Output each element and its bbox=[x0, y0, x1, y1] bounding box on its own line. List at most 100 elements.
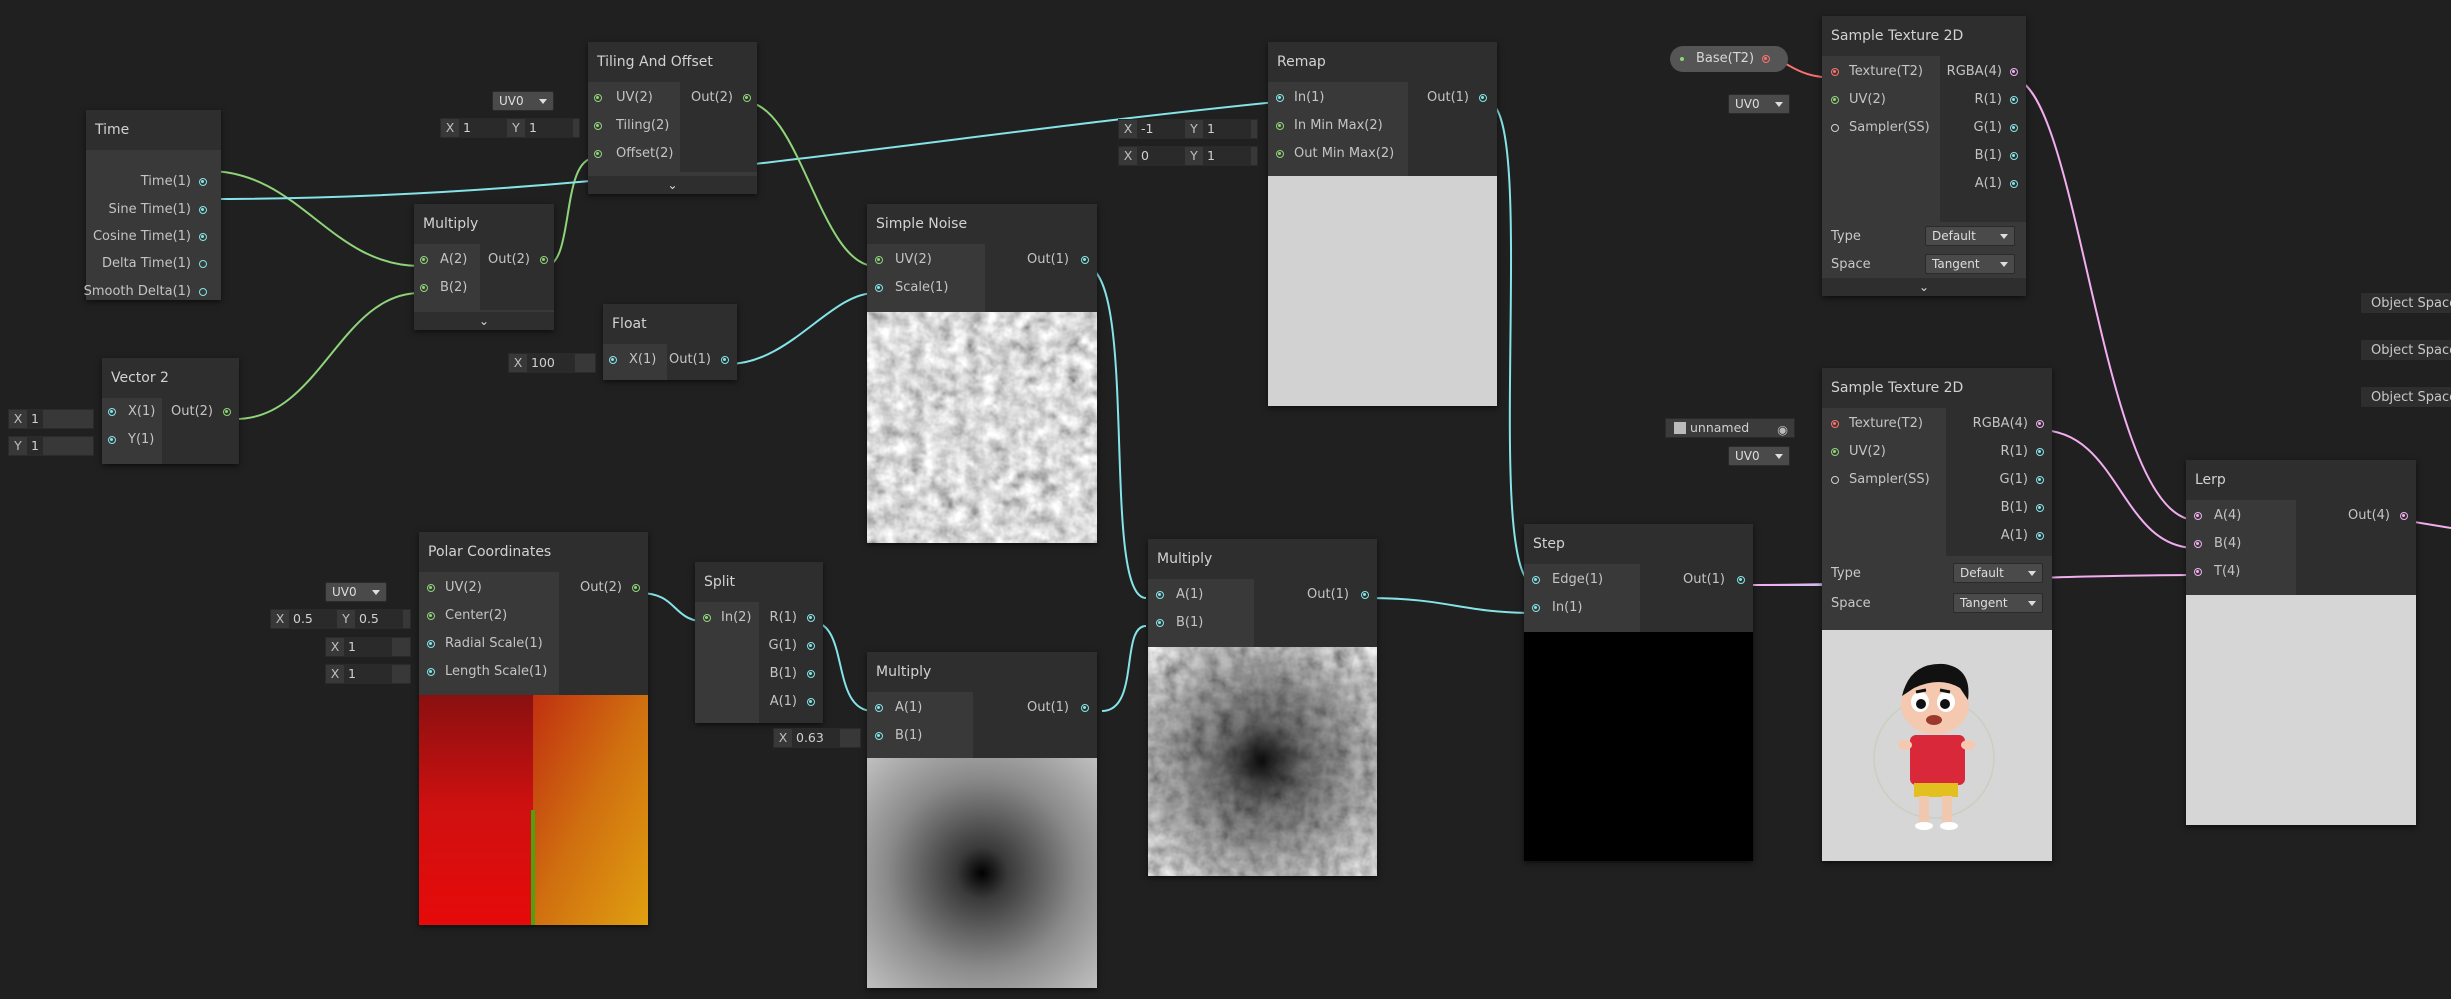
port-lerp-b-dot[interactable] bbox=[2194, 540, 2202, 548]
port-vector2-y-dot[interactable] bbox=[108, 436, 116, 444]
object-space-field-1[interactable]: Object Space bbox=[2360, 292, 2451, 314]
port-polar-length-dot[interactable] bbox=[427, 668, 435, 676]
port-tex1-b-dot[interactable] bbox=[2010, 152, 2018, 160]
port-time-dot[interactable] bbox=[199, 178, 207, 186]
multiply2-b-field[interactable]: X 0.63 bbox=[773, 728, 861, 748]
node-split[interactable]: Split In(2) R(1) G(1) B(1) A(1) bbox=[695, 562, 823, 723]
node-tiling-offset[interactable]: Tiling And Offset UV(2) Tiling(2) Offset… bbox=[588, 42, 757, 194]
field-value[interactable]: 100 bbox=[527, 354, 575, 372]
port-float-out-dot[interactable] bbox=[721, 356, 729, 364]
field-value[interactable]: 0.63 bbox=[792, 729, 840, 747]
vector2-x-field[interactable]: X1 bbox=[8, 409, 94, 429]
port-split-r-dot[interactable] bbox=[807, 614, 815, 622]
port-lerp-out-dot[interactable] bbox=[2400, 512, 2408, 520]
node-vector2[interactable]: Vector 2 X(1) Y(1) Out(2) bbox=[102, 358, 239, 464]
tiling-uv-dropdown[interactable]: UV0 bbox=[492, 91, 554, 111]
port-tex1-g-dot[interactable] bbox=[2010, 124, 2018, 132]
pill-output-port[interactable] bbox=[1762, 55, 1770, 63]
port-multiply1-a-dot[interactable] bbox=[420, 256, 428, 264]
port-multiply2-a-dot[interactable] bbox=[875, 704, 883, 712]
port-polar-out-dot[interactable] bbox=[632, 584, 640, 592]
polar-radial-field[interactable]: X1 bbox=[325, 637, 411, 657]
port-tiling-out-dot[interactable] bbox=[743, 94, 751, 102]
field-value[interactable]: 0.5 bbox=[289, 610, 337, 628]
node-time[interactable]: Time Time(1) Sine Time(1) Cosine Time(1)… bbox=[84, 110, 221, 300]
port-vector2-out-dot[interactable] bbox=[223, 408, 231, 416]
port-remap-outminmax-dot[interactable] bbox=[1276, 150, 1284, 158]
port-cosine-time-dot[interactable] bbox=[199, 233, 207, 241]
field-value[interactable]: 1 bbox=[525, 119, 573, 137]
port-noise-out-dot[interactable] bbox=[1081, 256, 1089, 264]
port-vector2-x-dot[interactable] bbox=[108, 408, 116, 416]
port-multiply2-out-dot[interactable] bbox=[1081, 704, 1089, 712]
port-tiling-uv-dot[interactable] bbox=[594, 94, 602, 102]
field-value[interactable]: 0 bbox=[1137, 147, 1185, 165]
port-float-x-dot[interactable] bbox=[609, 356, 617, 364]
field-value[interactable]: 1 bbox=[344, 665, 392, 683]
node-float[interactable]: Float X(1) Out(1) bbox=[603, 304, 737, 380]
port-lerp-a-dot[interactable] bbox=[2194, 512, 2202, 520]
polar-length-field[interactable]: X1 bbox=[325, 664, 411, 684]
port-multiply2-b-dot[interactable] bbox=[875, 732, 883, 740]
remap-outminmax-field[interactable]: X0Y1 bbox=[1118, 146, 1258, 166]
field-value[interactable]: 1 bbox=[27, 410, 43, 428]
tex2-type-dropdown[interactable]: Default bbox=[1953, 563, 2043, 583]
port-tex2-b-dot[interactable] bbox=[2036, 504, 2044, 512]
remap-inminmax-field[interactable]: X -1 Y 1 bbox=[1118, 119, 1258, 139]
port-polar-center-dot[interactable] bbox=[427, 612, 435, 620]
vector2-y-field[interactable]: Y1 bbox=[8, 436, 94, 456]
port-tex2-uv-dot[interactable] bbox=[1831, 448, 1839, 456]
port-multiply3-out-dot[interactable] bbox=[1361, 591, 1369, 599]
port-tex2-a-dot[interactable] bbox=[2036, 532, 2044, 540]
node-multiply-2[interactable]: Multiply A(1) B(1) Out(1) bbox=[867, 652, 1097, 988]
tex2-texture-field[interactable]: unnamed ◉ bbox=[1665, 418, 1795, 438]
port-tex2-r-dot[interactable] bbox=[2036, 448, 2044, 456]
port-tiling-tiling-dot[interactable] bbox=[594, 122, 602, 130]
port-step-in-dot[interactable] bbox=[1532, 604, 1540, 612]
node-polar-coordinates[interactable]: Polar Coordinates UV(2) Center(2) Radial… bbox=[419, 532, 648, 925]
port-remap-out-dot[interactable] bbox=[1479, 94, 1487, 102]
object-space-field-2[interactable]: Object Space bbox=[2360, 339, 2451, 361]
field-value[interactable]: 1 bbox=[1203, 120, 1251, 138]
node-multiply-1[interactable]: Multiply A(2) B(2) Out(2) ⌄ bbox=[414, 204, 554, 330]
node-simple-noise[interactable]: Simple Noise UV(2) Scale(1) Out(1) bbox=[867, 204, 1097, 543]
field-value[interactable]: 0.5 bbox=[355, 610, 403, 628]
polar-center-field[interactable]: X 0.5 Y 0.5 bbox=[270, 609, 411, 629]
port-tex2-rgba-dot[interactable] bbox=[2036, 420, 2044, 428]
field-value[interactable]: 1 bbox=[344, 638, 392, 656]
object-picker-icon[interactable]: ◉ bbox=[1777, 421, 1788, 439]
tex2-space-dropdown[interactable]: Tangent bbox=[1953, 593, 2043, 613]
port-polar-uv-dot[interactable] bbox=[427, 584, 435, 592]
field-value[interactable]: 1 bbox=[1203, 147, 1251, 165]
polar-uv-dropdown[interactable]: UV0 bbox=[325, 582, 387, 602]
port-tex1-rgba-dot[interactable] bbox=[2010, 68, 2018, 76]
node-remap[interactable]: Remap In(1) In Min Max(2) Out Min Max(2)… bbox=[1268, 42, 1497, 406]
float-x-field[interactable]: X 100 bbox=[508, 353, 596, 373]
port-tiling-offset-dot[interactable] bbox=[594, 150, 602, 158]
node-sample-texture-1[interactable]: Sample Texture 2D Texture(T2) UV(2) Samp… bbox=[1822, 16, 2026, 296]
port-noise-scale-dot[interactable] bbox=[875, 284, 883, 292]
port-lerp-t-dot[interactable] bbox=[2194, 568, 2202, 576]
node-step[interactable]: Step Edge(1) In(1) Out(1) bbox=[1524, 524, 1753, 861]
port-noise-uv-dot[interactable] bbox=[875, 256, 883, 264]
shader-graph-canvas[interactable]: Base(T2) Time Time(1) Sine Time(1) Cosin… bbox=[0, 0, 2451, 999]
tex1-type-dropdown[interactable]: Default bbox=[1925, 226, 2015, 246]
tiling-xy-field[interactable]: X1Y1 bbox=[440, 118, 580, 138]
port-remap-in-dot[interactable] bbox=[1276, 94, 1284, 102]
port-multiply1-b-dot[interactable] bbox=[420, 284, 428, 292]
tex2-uv-dropdown[interactable]: UV0 bbox=[1728, 446, 1790, 466]
node-lerp[interactable]: Lerp A(4) B(4) T(4) Out(4) bbox=[2186, 460, 2416, 825]
field-value[interactable]: 1 bbox=[27, 437, 43, 455]
expand-chevron-icon[interactable]: ⌄ bbox=[1822, 278, 2026, 296]
expand-chevron-icon[interactable]: ⌄ bbox=[588, 176, 757, 194]
port-split-in-dot[interactable] bbox=[703, 614, 711, 622]
port-step-out-dot[interactable] bbox=[1737, 576, 1745, 584]
port-multiply1-out-dot[interactable] bbox=[540, 256, 548, 264]
tex1-space-dropdown[interactable]: Tangent bbox=[1925, 254, 2015, 274]
port-delta-time-dot[interactable] bbox=[199, 260, 207, 268]
port-tex1-sampler-dot[interactable] bbox=[1831, 124, 1839, 132]
port-tex2-sampler-dot[interactable] bbox=[1831, 476, 1839, 484]
object-space-field-3[interactable]: Object Space bbox=[2360, 386, 2451, 408]
node-multiply-3[interactable]: Multiply A(1) B(1) Out(1) bbox=[1148, 539, 1377, 876]
port-split-a-dot[interactable] bbox=[807, 698, 815, 706]
